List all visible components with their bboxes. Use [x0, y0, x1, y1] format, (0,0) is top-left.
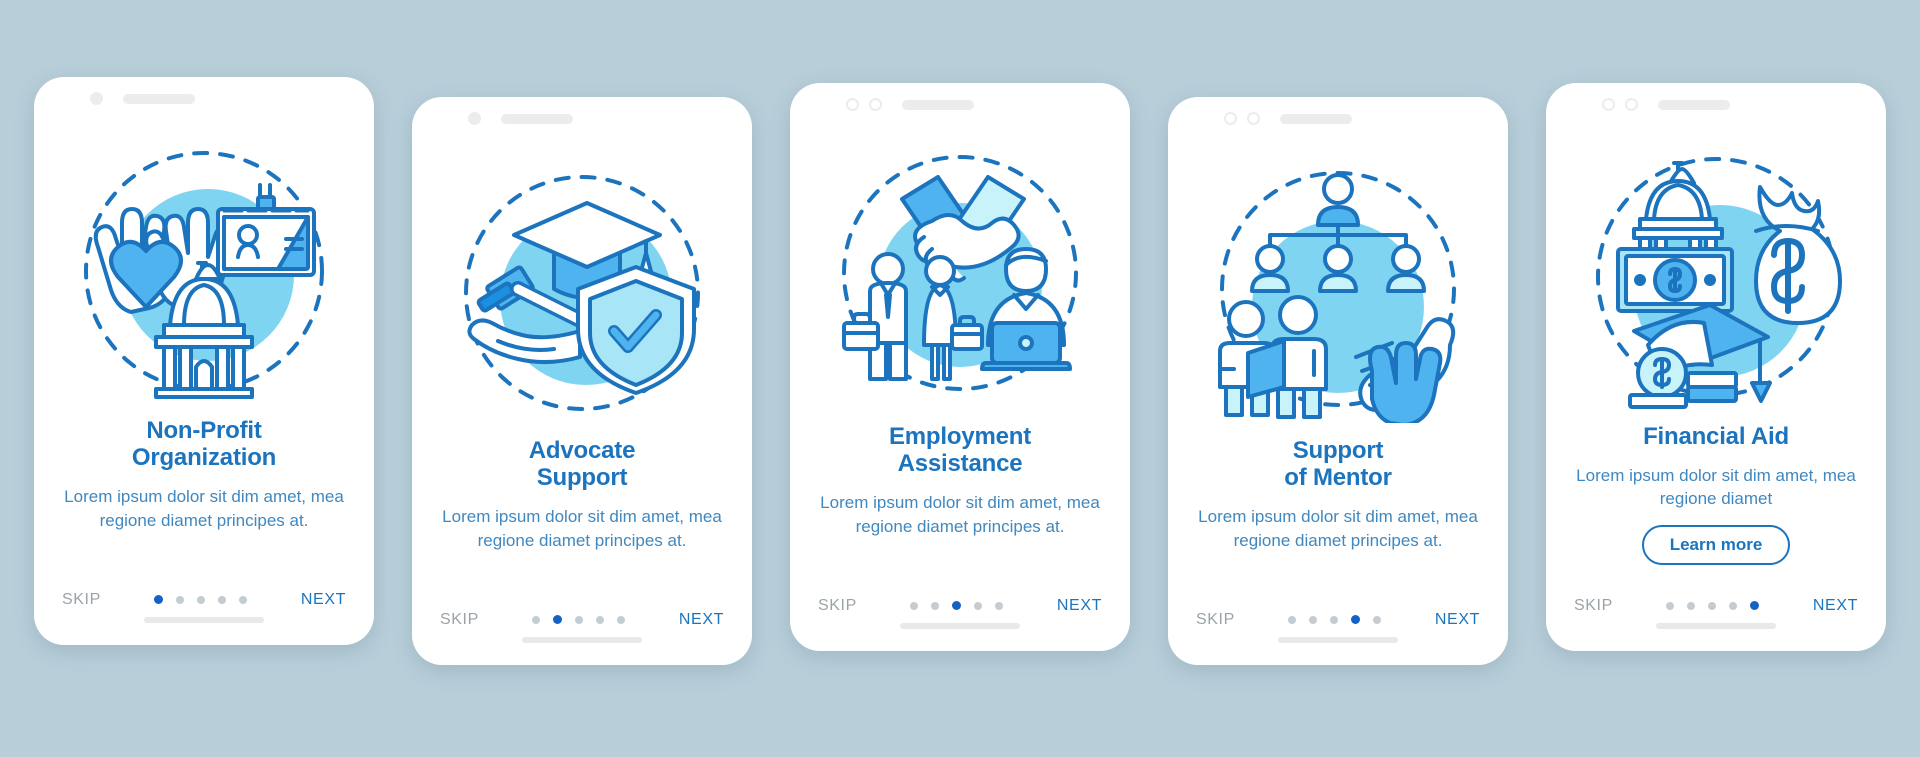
screen-text-block: Support of Mentor Lorem ipsum dolor sit … [1197, 437, 1479, 553]
speaker-bar-icon [501, 113, 573, 124]
screen-title: Financial Aid [1643, 422, 1789, 450]
illustration-graduation-cap-gavel-shield [450, 159, 714, 423]
pagination-dot-2[interactable] [176, 595, 185, 604]
phone-status-bar [34, 77, 374, 121]
pagination-dot-4[interactable] [218, 595, 227, 604]
home-indicator [1278, 636, 1398, 643]
pagination-dots [154, 595, 248, 604]
onboarding-nav: SKIP NEXT [62, 591, 346, 609]
onboarding-nav: SKIP NEXT [1574, 597, 1858, 615]
camera-ring-icon [1224, 112, 1237, 125]
screen-title: Advocate Support [528, 436, 636, 491]
pagination-dot-1[interactable] [154, 595, 164, 604]
pagination-dot-2[interactable] [1309, 615, 1318, 624]
speaker-bar-icon [1280, 113, 1352, 124]
home-indicator [522, 636, 642, 643]
pagination-dots [1666, 601, 1760, 610]
home-indicator [1656, 622, 1776, 629]
camera-dot-icon [468, 112, 481, 125]
sensor-ring-icon [1625, 98, 1638, 111]
next-button[interactable]: NEXT [679, 611, 724, 629]
pagination-dot-4[interactable] [974, 601, 983, 610]
screen-description: Lorem ipsum dolor sit dim amet, mea regi… [1576, 465, 1856, 509]
next-button[interactable]: NEXT [1813, 597, 1858, 615]
pagination-dot-3[interactable] [1708, 601, 1717, 610]
onboarding-screen-advocate-support: Advocate Support Lorem ipsum dolor sit d… [412, 96, 752, 665]
onboarding-screen-non-profit-organization: Non-Profit Organization Lorem ipsum dolo… [34, 76, 374, 645]
pagination-dots [532, 615, 626, 624]
pagination-dot-1[interactable] [532, 615, 541, 624]
skip-button[interactable]: SKIP [62, 591, 101, 609]
pagination-dots [910, 601, 1004, 610]
pagination-dot-2[interactable] [1687, 601, 1696, 610]
pagination-dot-4[interactable] [1351, 615, 1361, 624]
next-button[interactable]: NEXT [301, 591, 346, 609]
phone-status-bar [1168, 97, 1508, 141]
screen-text-block: Non-Profit Organization Lorem ipsum dolo… [63, 417, 345, 533]
skip-button[interactable]: SKIP [1196, 611, 1235, 629]
illustration-hands-heart-id-badge-capitol [72, 139, 336, 403]
pagination-dot-3[interactable] [952, 601, 962, 610]
pagination-dot-3[interactable] [197, 595, 206, 604]
onboarding-screen-financial-aid: Financial Aid Lorem ipsum dolor sit dim … [1546, 82, 1886, 651]
sensor-ring-icon [869, 98, 882, 111]
onboarding-screens-board: Non-Profit Organization Lorem ipsum dolo… [0, 0, 1920, 757]
home-indicator [900, 622, 1020, 629]
cta-wrapper: Learn more [1575, 524, 1857, 565]
skip-button[interactable]: SKIP [818, 597, 857, 615]
screen-description: Lorem ipsum dolor sit dim amet, mea regi… [1198, 507, 1478, 550]
pagination-dot-5[interactable] [617, 615, 626, 624]
onboarding-screen-support-of-mentor: Support of Mentor Lorem ipsum dolor sit … [1168, 96, 1508, 665]
illustration-org-chart-people-high-five [1206, 159, 1470, 423]
skip-button[interactable]: SKIP [1574, 597, 1613, 615]
camera-ring-icon [1602, 98, 1615, 111]
pagination-dot-2[interactable] [931, 601, 940, 610]
phone-status-bar [412, 97, 752, 141]
phone-status-bar [1546, 83, 1886, 127]
pagination-dot-4[interactable] [1729, 601, 1738, 610]
onboarding-nav: SKIP NEXT [440, 611, 724, 629]
pagination-dot-5[interactable] [1750, 601, 1760, 610]
speaker-bar-icon [1658, 99, 1730, 110]
speaker-bar-icon [123, 93, 195, 104]
screen-title: Non-Profit Organization [131, 416, 277, 471]
next-button[interactable]: NEXT [1435, 611, 1480, 629]
screen-description: Lorem ipsum dolor sit dim amet, mea regi… [442, 507, 722, 550]
illustration-handshake-jobseekers-laptop [828, 145, 1092, 409]
pagination-dot-2[interactable] [553, 615, 563, 624]
screen-title: Support of Mentor [1284, 436, 1392, 491]
pagination-dot-3[interactable] [1330, 615, 1339, 624]
illustration-banknote-money-bag-grad-cap-coins [1584, 145, 1848, 409]
home-indicator [144, 616, 264, 623]
pagination-dots [1288, 615, 1382, 624]
screen-text-block: Employment Assistance Lorem ipsum dolor … [819, 423, 1101, 539]
learn-more-button[interactable]: Learn more [1641, 524, 1791, 565]
pagination-dot-1[interactable] [1666, 601, 1675, 610]
skip-button[interactable]: SKIP [440, 611, 479, 629]
screen-title: Employment Assistance [888, 422, 1032, 477]
screen-text-block: Financial Aid Lorem ipsum dolor sit dim … [1575, 423, 1857, 565]
sensor-ring-icon [1247, 112, 1260, 125]
screen-description: Lorem ipsum dolor sit dim amet, mea regi… [820, 493, 1100, 536]
phone-status-bar [790, 83, 1130, 127]
pagination-dot-1[interactable] [1288, 615, 1297, 624]
camera-ring-icon [846, 98, 859, 111]
pagination-dot-5[interactable] [239, 595, 248, 604]
pagination-dot-4[interactable] [596, 615, 605, 624]
next-button[interactable]: NEXT [1057, 597, 1102, 615]
pagination-dot-1[interactable] [910, 601, 919, 610]
camera-dot-icon [90, 92, 103, 105]
screen-text-block: Advocate Support Lorem ipsum dolor sit d… [441, 437, 723, 553]
pagination-dot-3[interactable] [575, 615, 584, 624]
pagination-dot-5[interactable] [1373, 615, 1382, 624]
onboarding-screen-employment-assistance: Employment Assistance Lorem ipsum dolor … [790, 82, 1130, 651]
screen-description: Lorem ipsum dolor sit dim amet, mea regi… [64, 487, 344, 530]
pagination-dot-5[interactable] [995, 601, 1004, 610]
onboarding-nav: SKIP NEXT [1196, 611, 1480, 629]
onboarding-nav: SKIP NEXT [818, 597, 1102, 615]
speaker-bar-icon [902, 99, 974, 110]
